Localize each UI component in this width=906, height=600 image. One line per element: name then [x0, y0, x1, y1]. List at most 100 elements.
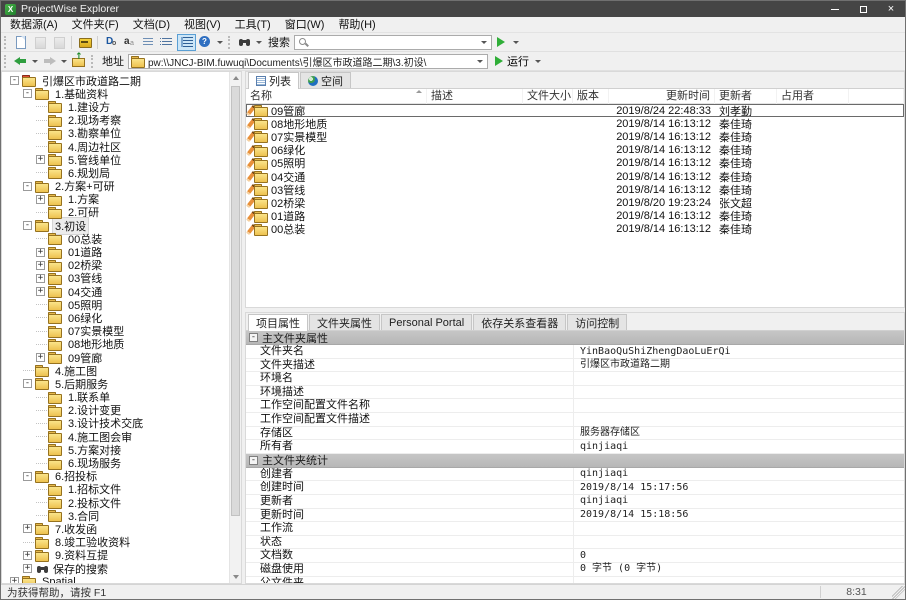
scrollbar-thumb[interactable] — [231, 86, 240, 516]
property-row[interactable]: 状态 — [246, 536, 904, 550]
tree-expander-minus[interactable]: - — [23, 89, 32, 98]
view-options-button[interactable] — [139, 34, 158, 51]
toolbar-overflow-icon[interactable] — [535, 60, 541, 63]
export-button[interactable] — [75, 34, 94, 51]
maximize-button[interactable] — [849, 1, 877, 17]
redo-button[interactable] — [49, 34, 68, 51]
tree-item[interactable]: -5.后期服务 — [8, 377, 229, 390]
column-header-name[interactable]: 名称 — [246, 89, 427, 104]
tree-expander-plus[interactable]: + — [36, 195, 45, 204]
tree-expander-plus[interactable]: + — [36, 274, 45, 283]
tree-item[interactable]: -引爆区市政道路二期 — [8, 74, 229, 87]
address-combo[interactable]: pw:\\JNCJ-BIM.fuwuqi\Documents\引爆区市政道路二期… — [128, 54, 488, 69]
tree-expander-plus[interactable]: + — [23, 564, 32, 573]
tree-item[interactable]: +03管线 — [8, 272, 229, 285]
tree-expander-plus[interactable]: + — [36, 353, 45, 362]
property-row[interactable]: 更新者qinjiaqi — [246, 495, 904, 509]
toolbar-grip[interactable] — [91, 55, 95, 68]
find-dropdown-icon[interactable] — [256, 41, 262, 44]
new-document-button[interactable] — [11, 34, 30, 51]
property-row[interactable]: 所有者qinjiaqi — [246, 440, 904, 454]
tree-expander-minus[interactable]: - — [23, 182, 32, 191]
toolbar-grip[interactable] — [4, 36, 8, 49]
column-header-updated[interactable]: 更新时间 — [609, 89, 715, 104]
tree-item[interactable]: +Spatial — [8, 575, 229, 583]
search-go-button[interactable] — [492, 34, 511, 51]
property-row[interactable]: 创建者qinjiaqi — [246, 468, 904, 482]
tree-expander-plus[interactable]: + — [36, 261, 45, 270]
rename-button[interactable] — [120, 34, 139, 51]
minimize-button[interactable] — [821, 1, 849, 17]
list-view-button[interactable] — [177, 34, 196, 51]
tab-项目属性[interactable]: 项目属性 — [248, 314, 308, 331]
property-row[interactable]: 工作空间配置文件名称 — [246, 399, 904, 413]
tab-依存关系查看器[interactable]: 依存关系查看器 — [473, 314, 566, 330]
tree-item[interactable]: +5.管线单位 — [8, 153, 229, 166]
tree-item[interactable]: -2.方案+可研 — [8, 180, 229, 193]
property-row[interactable]: 工作流 — [246, 522, 904, 536]
column-header-size[interactable]: 文件大小 — [523, 89, 573, 104]
go-up-button[interactable] — [69, 53, 88, 70]
property-row[interactable]: 工作空间配置文件描述 — [246, 413, 904, 427]
tree-expander-minus[interactable]: - — [10, 76, 19, 85]
tree-item[interactable]: 2.投标文件 — [8, 496, 229, 509]
menu-item[interactable]: 窗口(W) — [278, 17, 332, 33]
tree-item[interactable]: +1.方案 — [8, 193, 229, 206]
close-button[interactable]: × — [877, 1, 905, 17]
tree-item[interactable]: 08地形地质 — [8, 338, 229, 351]
search-dropdown-icon[interactable] — [481, 41, 487, 44]
tree-item[interactable]: 00总装 — [8, 232, 229, 245]
property-row[interactable]: 更新时间2019/8/14 15:18:56 — [246, 509, 904, 523]
property-row[interactable]: 环境描述 — [246, 386, 904, 400]
tab-spatial[interactable]: 空间 — [300, 72, 351, 88]
tree-item[interactable]: 4.施工图 — [8, 364, 229, 377]
property-row[interactable]: 创建时间2019/8/14 15:17:56 — [246, 481, 904, 495]
tree-scrollbar[interactable] — [229, 72, 241, 583]
tree-expander-plus[interactable]: + — [10, 577, 19, 583]
details-view-button[interactable] — [158, 34, 177, 51]
column-header-used_by[interactable]: 占用者 — [777, 89, 849, 104]
scroll-up-icon[interactable] — [230, 72, 241, 84]
forward-history-icon[interactable] — [61, 60, 67, 63]
column-header-updated_by[interactable]: 更新者 — [715, 89, 777, 104]
menu-item[interactable]: 文件夹(F) — [65, 17, 126, 33]
tree-item[interactable]: +02桥梁 — [8, 259, 229, 272]
undo-button[interactable] — [30, 34, 49, 51]
menu-item[interactable]: 帮助(H) — [331, 17, 382, 33]
tree-expander-plus[interactable]: + — [36, 248, 45, 257]
property-row[interactable]: 存储区服务器存储区 — [246, 427, 904, 441]
tree-expander-minus[interactable]: - — [23, 472, 32, 481]
property-row[interactable]: 文件夹描述引爆区市政道路二期 — [246, 359, 904, 373]
menu-item[interactable]: 视图(V) — [177, 17, 228, 33]
tree-expander-plus[interactable]: + — [36, 287, 45, 296]
tree-item[interactable]: 05照明 — [8, 298, 229, 311]
tree-item[interactable]: -3.初设 — [8, 219, 229, 232]
menu-item[interactable]: 文档(D) — [126, 17, 177, 33]
property-row[interactable]: 环境名 — [246, 372, 904, 386]
tab-Personal Portal[interactable]: Personal Portal — [381, 314, 472, 330]
property-section-header[interactable]: -主文件夹统计 — [246, 454, 904, 468]
find-button[interactable] — [235, 34, 254, 51]
interface-button[interactable] — [101, 34, 120, 51]
tree-expander-plus[interactable]: + — [23, 524, 32, 533]
tab-访问控制[interactable]: 访问控制 — [567, 314, 627, 330]
tree-expander-plus[interactable]: + — [23, 551, 32, 560]
address-dropdown-icon[interactable] — [477, 60, 483, 63]
property-row[interactable]: 磁盘使用0 字节 (0 字节) — [246, 563, 904, 577]
tree-expander-plus[interactable]: + — [36, 155, 45, 164]
property-row[interactable]: 父文件夹 — [246, 577, 904, 584]
toolbar-overflow-icon[interactable] — [217, 41, 223, 44]
tab-文件夹属性[interactable]: 文件夹属性 — [309, 314, 380, 330]
tree-expander-minus[interactable]: - — [23, 221, 32, 230]
menu-item[interactable]: 工具(T) — [228, 17, 278, 33]
back-button[interactable] — [11, 53, 30, 70]
tree-item[interactable]: 8.竣工验收资料 — [8, 536, 229, 549]
help-button[interactable] — [196, 34, 215, 51]
property-row[interactable]: 文档数0 — [246, 549, 904, 563]
list-row[interactable]: 00总装2019/8/14 16:13:12秦佳琦 — [246, 223, 904, 236]
tree-expander-minus[interactable]: - — [23, 379, 32, 388]
tab-list[interactable]: 列表 — [248, 72, 299, 89]
address-value[interactable]: pw:\\JNCJ-BIM.fuwuqi\Documents\引爆区市政道路二期… — [148, 54, 475, 69]
run-button[interactable]: 运行 — [488, 53, 533, 70]
search-input[interactable] — [308, 36, 479, 48]
